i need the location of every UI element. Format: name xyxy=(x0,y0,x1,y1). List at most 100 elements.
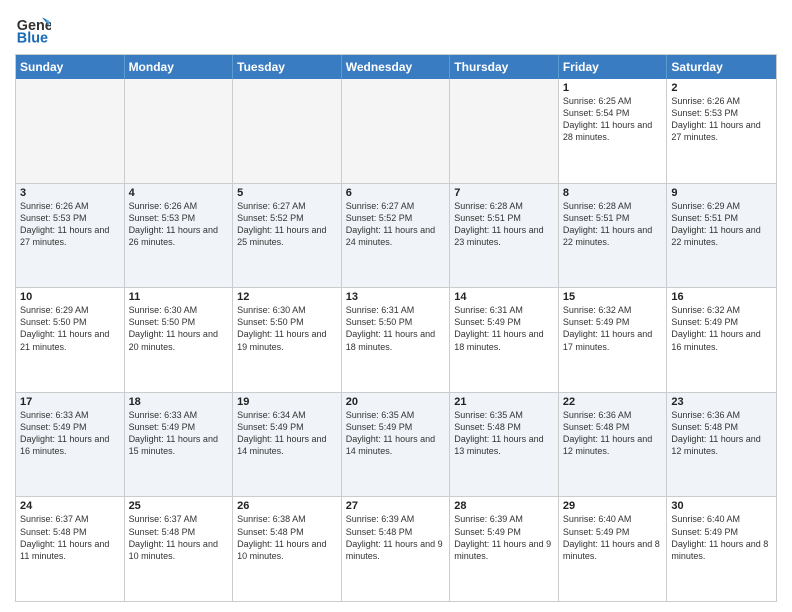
day-cell-23: 23Sunrise: 6:36 AMSunset: 5:48 PMDayligh… xyxy=(667,393,776,497)
weekday-header-saturday: Saturday xyxy=(667,55,776,79)
day-number: 10 xyxy=(20,291,120,303)
logo: General Blue xyxy=(15,10,51,46)
day-number: 27 xyxy=(346,500,446,512)
cell-info: Sunrise: 6:30 AMSunset: 5:50 PMDaylight:… xyxy=(129,304,229,353)
day-cell-17: 17Sunrise: 6:33 AMSunset: 5:49 PMDayligh… xyxy=(16,393,125,497)
day-cell-9: 9Sunrise: 6:29 AMSunset: 5:51 PMDaylight… xyxy=(667,184,776,288)
day-cell-11: 11Sunrise: 6:30 AMSunset: 5:50 PMDayligh… xyxy=(125,288,234,392)
cell-info: Sunrise: 6:39 AMSunset: 5:48 PMDaylight:… xyxy=(346,513,446,562)
day-cell-5: 5Sunrise: 6:27 AMSunset: 5:52 PMDaylight… xyxy=(233,184,342,288)
cell-info: Sunrise: 6:29 AMSunset: 5:51 PMDaylight:… xyxy=(671,200,772,249)
empty-cell xyxy=(233,79,342,183)
day-number: 25 xyxy=(129,500,229,512)
cell-info: Sunrise: 6:28 AMSunset: 5:51 PMDaylight:… xyxy=(563,200,663,249)
day-cell-7: 7Sunrise: 6:28 AMSunset: 5:51 PMDaylight… xyxy=(450,184,559,288)
cell-info: Sunrise: 6:28 AMSunset: 5:51 PMDaylight:… xyxy=(454,200,554,249)
day-number: 20 xyxy=(346,396,446,408)
day-cell-19: 19Sunrise: 6:34 AMSunset: 5:49 PMDayligh… xyxy=(233,393,342,497)
calendar-header: SundayMondayTuesdayWednesdayThursdayFrid… xyxy=(16,55,776,79)
day-number: 28 xyxy=(454,500,554,512)
cell-info: Sunrise: 6:27 AMSunset: 5:52 PMDaylight:… xyxy=(237,200,337,249)
svg-text:Blue: Blue xyxy=(17,30,48,46)
cell-info: Sunrise: 6:40 AMSunset: 5:49 PMDaylight:… xyxy=(563,513,663,562)
day-cell-8: 8Sunrise: 6:28 AMSunset: 5:51 PMDaylight… xyxy=(559,184,668,288)
cell-info: Sunrise: 6:36 AMSunset: 5:48 PMDaylight:… xyxy=(563,409,663,458)
cell-info: Sunrise: 6:34 AMSunset: 5:49 PMDaylight:… xyxy=(237,409,337,458)
day-cell-13: 13Sunrise: 6:31 AMSunset: 5:50 PMDayligh… xyxy=(342,288,451,392)
day-number: 30 xyxy=(671,500,772,512)
page-header: General Blue xyxy=(15,10,777,46)
calendar: SundayMondayTuesdayWednesdayThursdayFrid… xyxy=(15,54,777,602)
empty-cell xyxy=(125,79,234,183)
day-cell-1: 1Sunrise: 6:25 AMSunset: 5:54 PMDaylight… xyxy=(559,79,668,183)
day-cell-14: 14Sunrise: 6:31 AMSunset: 5:49 PMDayligh… xyxy=(450,288,559,392)
weekday-header-monday: Monday xyxy=(125,55,234,79)
day-cell-15: 15Sunrise: 6:32 AMSunset: 5:49 PMDayligh… xyxy=(559,288,668,392)
cell-info: Sunrise: 6:32 AMSunset: 5:49 PMDaylight:… xyxy=(563,304,663,353)
day-cell-3: 3Sunrise: 6:26 AMSunset: 5:53 PMDaylight… xyxy=(16,184,125,288)
day-cell-30: 30Sunrise: 6:40 AMSunset: 5:49 PMDayligh… xyxy=(667,497,776,601)
empty-cell xyxy=(342,79,451,183)
cell-info: Sunrise: 6:26 AMSunset: 5:53 PMDaylight:… xyxy=(129,200,229,249)
day-cell-6: 6Sunrise: 6:27 AMSunset: 5:52 PMDaylight… xyxy=(342,184,451,288)
logo-icon: General Blue xyxy=(15,10,51,46)
day-number: 16 xyxy=(671,291,772,303)
day-cell-27: 27Sunrise: 6:39 AMSunset: 5:48 PMDayligh… xyxy=(342,497,451,601)
day-number: 7 xyxy=(454,187,554,199)
day-number: 8 xyxy=(563,187,663,199)
day-cell-26: 26Sunrise: 6:38 AMSunset: 5:48 PMDayligh… xyxy=(233,497,342,601)
calendar-row-3: 17Sunrise: 6:33 AMSunset: 5:49 PMDayligh… xyxy=(16,392,776,497)
day-number: 14 xyxy=(454,291,554,303)
day-number: 18 xyxy=(129,396,229,408)
cell-info: Sunrise: 6:32 AMSunset: 5:49 PMDaylight:… xyxy=(671,304,772,353)
day-cell-21: 21Sunrise: 6:35 AMSunset: 5:48 PMDayligh… xyxy=(450,393,559,497)
day-number: 26 xyxy=(237,500,337,512)
cell-info: Sunrise: 6:31 AMSunset: 5:49 PMDaylight:… xyxy=(454,304,554,353)
day-number: 5 xyxy=(237,187,337,199)
day-cell-2: 2Sunrise: 6:26 AMSunset: 5:53 PMDaylight… xyxy=(667,79,776,183)
day-number: 21 xyxy=(454,396,554,408)
weekday-header-friday: Friday xyxy=(559,55,668,79)
day-cell-10: 10Sunrise: 6:29 AMSunset: 5:50 PMDayligh… xyxy=(16,288,125,392)
calendar-body: 1Sunrise: 6:25 AMSunset: 5:54 PMDaylight… xyxy=(16,79,776,601)
day-cell-4: 4Sunrise: 6:26 AMSunset: 5:53 PMDaylight… xyxy=(125,184,234,288)
day-number: 24 xyxy=(20,500,120,512)
day-number: 13 xyxy=(346,291,446,303)
calendar-row-1: 3Sunrise: 6:26 AMSunset: 5:53 PMDaylight… xyxy=(16,183,776,288)
day-cell-22: 22Sunrise: 6:36 AMSunset: 5:48 PMDayligh… xyxy=(559,393,668,497)
day-number: 29 xyxy=(563,500,663,512)
day-number: 15 xyxy=(563,291,663,303)
cell-info: Sunrise: 6:29 AMSunset: 5:50 PMDaylight:… xyxy=(20,304,120,353)
day-number: 1 xyxy=(563,82,663,94)
day-cell-28: 28Sunrise: 6:39 AMSunset: 5:49 PMDayligh… xyxy=(450,497,559,601)
cell-info: Sunrise: 6:37 AMSunset: 5:48 PMDaylight:… xyxy=(20,513,120,562)
cell-info: Sunrise: 6:33 AMSunset: 5:49 PMDaylight:… xyxy=(20,409,120,458)
cell-info: Sunrise: 6:25 AMSunset: 5:54 PMDaylight:… xyxy=(563,95,663,144)
calendar-row-4: 24Sunrise: 6:37 AMSunset: 5:48 PMDayligh… xyxy=(16,496,776,601)
day-number: 17 xyxy=(20,396,120,408)
weekday-header-tuesday: Tuesday xyxy=(233,55,342,79)
cell-info: Sunrise: 6:40 AMSunset: 5:49 PMDaylight:… xyxy=(671,513,772,562)
day-number: 22 xyxy=(563,396,663,408)
cell-info: Sunrise: 6:27 AMSunset: 5:52 PMDaylight:… xyxy=(346,200,446,249)
day-number: 9 xyxy=(671,187,772,199)
cell-info: Sunrise: 6:26 AMSunset: 5:53 PMDaylight:… xyxy=(671,95,772,144)
cell-info: Sunrise: 6:33 AMSunset: 5:49 PMDaylight:… xyxy=(129,409,229,458)
cell-info: Sunrise: 6:35 AMSunset: 5:48 PMDaylight:… xyxy=(454,409,554,458)
cell-info: Sunrise: 6:39 AMSunset: 5:49 PMDaylight:… xyxy=(454,513,554,562)
cell-info: Sunrise: 6:38 AMSunset: 5:48 PMDaylight:… xyxy=(237,513,337,562)
day-number: 2 xyxy=(671,82,772,94)
empty-cell xyxy=(16,79,125,183)
day-number: 23 xyxy=(671,396,772,408)
day-number: 6 xyxy=(346,187,446,199)
day-number: 11 xyxy=(129,291,229,303)
empty-cell xyxy=(450,79,559,183)
cell-info: Sunrise: 6:30 AMSunset: 5:50 PMDaylight:… xyxy=(237,304,337,353)
day-number: 4 xyxy=(129,187,229,199)
day-cell-29: 29Sunrise: 6:40 AMSunset: 5:49 PMDayligh… xyxy=(559,497,668,601)
day-cell-25: 25Sunrise: 6:37 AMSunset: 5:48 PMDayligh… xyxy=(125,497,234,601)
day-cell-20: 20Sunrise: 6:35 AMSunset: 5:49 PMDayligh… xyxy=(342,393,451,497)
day-cell-18: 18Sunrise: 6:33 AMSunset: 5:49 PMDayligh… xyxy=(125,393,234,497)
day-cell-24: 24Sunrise: 6:37 AMSunset: 5:48 PMDayligh… xyxy=(16,497,125,601)
cell-info: Sunrise: 6:35 AMSunset: 5:49 PMDaylight:… xyxy=(346,409,446,458)
